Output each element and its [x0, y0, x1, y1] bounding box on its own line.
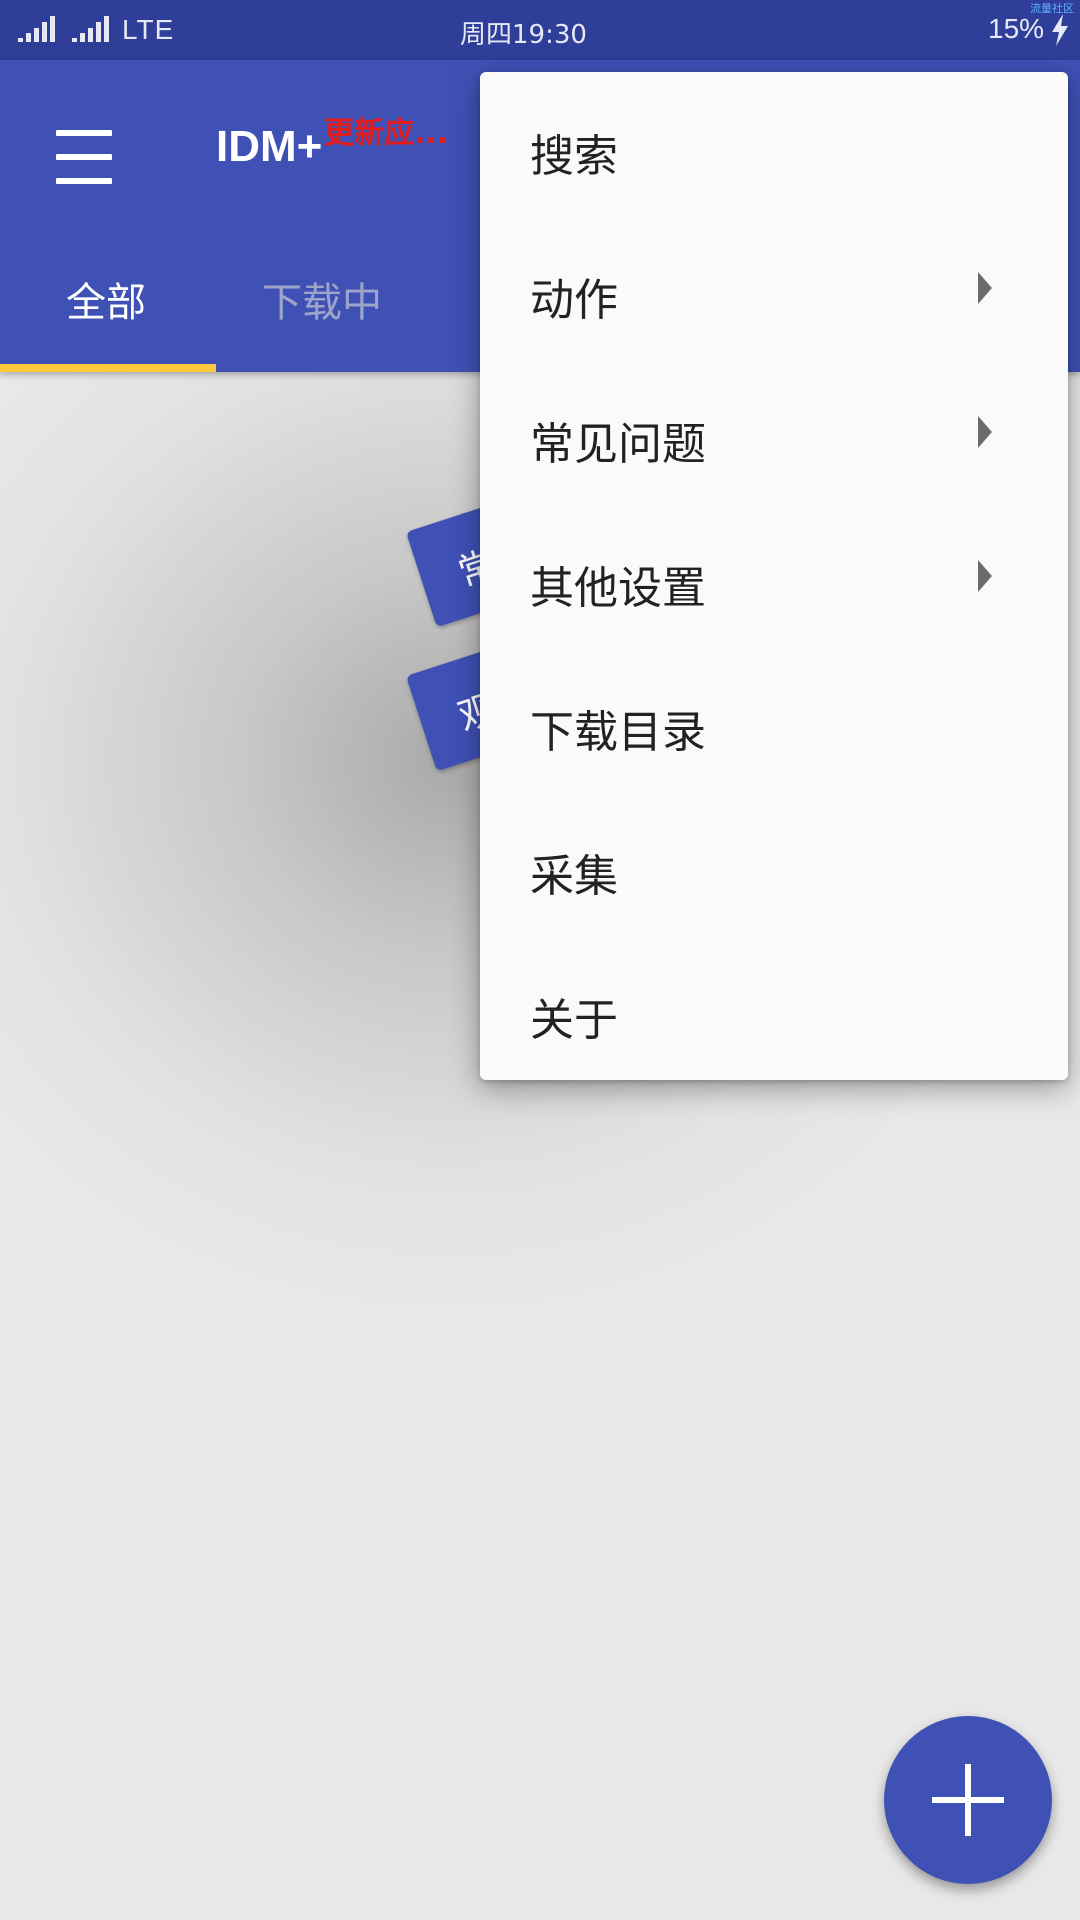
status-clock: 周四19:30	[460, 20, 587, 50]
charging-bolt-icon	[1052, 14, 1068, 46]
tab-all[interactable]: 全部	[66, 270, 146, 328]
hamburger-menu-icon[interactable]	[42, 116, 124, 198]
submenu-arrow-icon	[978, 560, 992, 592]
menu-item-label: 搜索	[530, 131, 618, 182]
app-title: IDM+	[216, 122, 323, 171]
menu-item-label: 关于	[530, 995, 618, 1046]
battery-percentage: 15%	[988, 13, 1045, 44]
submenu-arrow-icon	[978, 272, 992, 304]
overflow-menu: 搜索 动作 常见问题 其他设置 下载目录 采集 关于	[480, 72, 1068, 1080]
menu-item-search[interactable]: 搜索	[480, 72, 1068, 216]
menu-item-label: 采集	[530, 851, 618, 902]
menu-item-label: 动作	[530, 275, 618, 326]
menu-item-collect[interactable]: 采集	[480, 792, 1068, 936]
menu-item-actions[interactable]: 动作	[480, 216, 1068, 360]
network-type: LTE	[122, 14, 175, 45]
screen: LTE 周四19:30 15% 流量社区 IDM+ 更新应... 全部 下载中 …	[0, 0, 1080, 1920]
watermark: 流量社区	[1030, 2, 1074, 15]
menu-item-label: 其他设置	[530, 563, 706, 614]
menu-item-other-settings[interactable]: 其他设置	[480, 504, 1068, 648]
menu-item-faq[interactable]: 常见问题	[480, 360, 1068, 504]
signal-icon	[18, 16, 55, 42]
status-bar: LTE 周四19:30 15% 流量社区	[0, 0, 1080, 60]
add-download-button[interactable]	[884, 1716, 1052, 1884]
menu-item-label: 下载目录	[530, 707, 706, 758]
update-badge[interactable]: 更新应...	[324, 108, 448, 152]
menu-item-label: 常见问题	[530, 419, 706, 470]
signal-icon	[72, 16, 109, 42]
menu-item-about[interactable]: 关于	[480, 936, 1068, 1080]
submenu-arrow-icon	[978, 416, 992, 448]
menu-item-download-directory[interactable]: 下载目录	[480, 648, 1068, 792]
tab-downloading[interactable]: 下载中	[262, 270, 382, 328]
plus-icon	[965, 1764, 971, 1836]
tab-indicator	[0, 364, 216, 372]
